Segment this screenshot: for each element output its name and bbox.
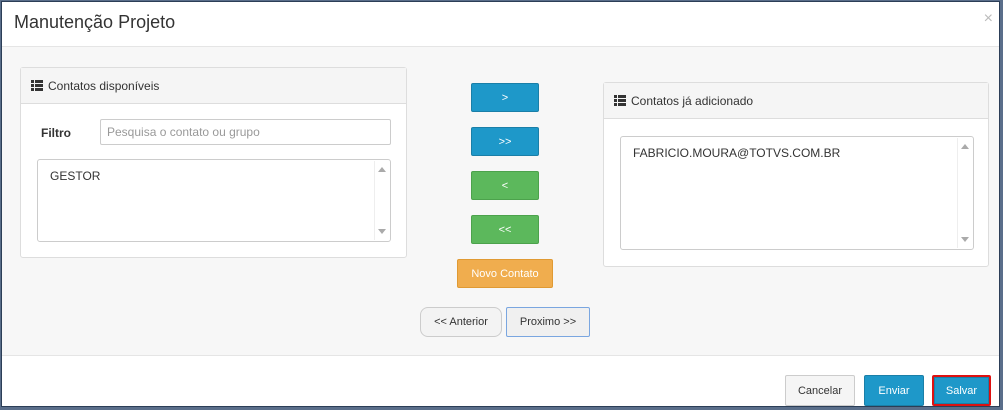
panel-heading: Contatos já adicionado <box>604 83 988 119</box>
remove-all-button[interactable]: << <box>471 215 539 244</box>
available-contacts-panel: Contatos disponíveis Filtro GESTOR <box>20 67 407 258</box>
add-selected-button[interactable]: > <box>471 83 539 112</box>
close-icon[interactable]: × <box>984 10 993 28</box>
new-contact-button[interactable]: Novo Contato <box>457 259 553 288</box>
scroll-down-icon[interactable] <box>961 237 969 242</box>
add-all-button[interactable]: >> <box>471 127 539 156</box>
list-item[interactable]: GESTOR <box>38 160 390 183</box>
modal-header: Manutenção Projeto × <box>2 2 999 47</box>
cancel-button[interactable]: Cancelar <box>785 375 855 406</box>
panel-heading: Contatos disponíveis <box>21 68 406 104</box>
filter-input[interactable] <box>100 119 391 145</box>
manutencao-projeto-modal: Manutenção Projeto × Contatos disponívei… <box>1 1 1000 407</box>
available-contacts-list[interactable]: GESTOR <box>37 159 391 242</box>
added-contacts-panel: Contatos já adicionado FABRICIO.MOURA@TO… <box>603 82 989 267</box>
scroll-up-icon[interactable] <box>378 167 386 172</box>
next-button[interactable]: Proximo >> <box>506 307 590 337</box>
send-button[interactable]: Enviar <box>864 375 924 406</box>
scrollbar[interactable] <box>374 161 389 240</box>
panel-title: Contatos já adicionado <box>631 93 754 108</box>
list-item[interactable]: FABRICIO.MOURA@TOTVS.COM.BR <box>621 137 973 160</box>
modal-title: Manutenção Projeto <box>14 12 176 32</box>
added-contacts-list[interactable]: FABRICIO.MOURA@TOTVS.COM.BR <box>620 136 974 250</box>
modal-footer: Cancelar Enviar Salvar <box>2 355 999 406</box>
save-button[interactable]: Salvar <box>932 375 991 406</box>
scrollbar[interactable] <box>957 138 972 248</box>
list-icon <box>31 80 43 91</box>
panel-title: Contatos disponíveis <box>48 78 160 93</box>
remove-selected-button[interactable]: < <box>471 171 539 200</box>
list-icon <box>614 95 626 106</box>
previous-button[interactable]: << Anterior <box>420 307 502 337</box>
scroll-down-icon[interactable] <box>378 229 386 234</box>
filter-label: Filtro <box>41 126 71 140</box>
modal-body: Contatos disponíveis Filtro GESTOR > >> … <box>2 47 999 355</box>
scroll-up-icon[interactable] <box>961 144 969 149</box>
